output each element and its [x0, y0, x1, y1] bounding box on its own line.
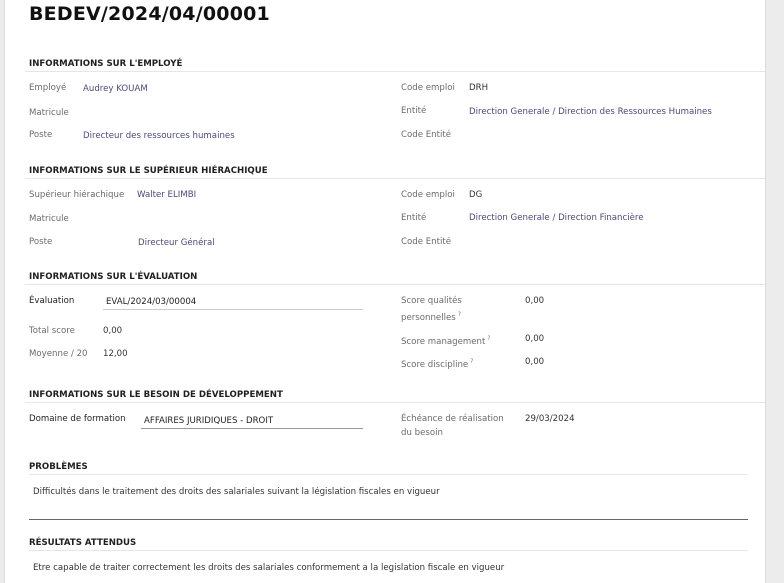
- problemes-field-underline: [29, 519, 748, 520]
- qualites-label: Score qualités personnelles?: [401, 294, 462, 325]
- superior-poste-value[interactable]: Directeur Général: [138, 236, 215, 250]
- section-employee-heading: INFORMATIONS SUR L'EMPLOYÉ: [29, 59, 183, 69]
- domaine-value: AFFAIRES JURIDIQUES - DROIT: [144, 416, 274, 426]
- total-score-label: Total score: [29, 326, 75, 336]
- echeance-label-line1: Échéance de réalisation: [401, 414, 504, 424]
- section-besoin-heading: INFORMATIONS SUR LE BESOIN DE DÉVELOPPEM…: [29, 390, 283, 400]
- discipline-value: 0,00: [525, 357, 545, 367]
- discipline-label-text: Score discipline: [401, 359, 469, 370]
- superior-entite-label: Entité: [401, 213, 427, 223]
- section-divider: [25, 402, 765, 403]
- section-divider: [25, 284, 765, 285]
- help-icon[interactable]: ?: [458, 311, 461, 318]
- superior-entite-value[interactable]: Direction Generale / Direction Financièr…: [469, 211, 644, 225]
- section-divider: [25, 71, 765, 72]
- management-value: 0,00: [525, 334, 545, 344]
- help-icon[interactable]: ?: [487, 335, 490, 342]
- echeance-label: Échéance de réalisation du besoin: [401, 412, 504, 440]
- management-label-text: Score management: [401, 336, 486, 347]
- problemes-text[interactable]: Difficultés dans le traitement des droit…: [33, 487, 440, 497]
- employee-value[interactable]: Audrey KOUAM: [83, 82, 148, 96]
- section-divider: [25, 178, 765, 179]
- employee-label: Employé: [29, 83, 67, 93]
- superior-code-entite-label: Code Entité: [401, 237, 452, 247]
- echeance-label-line2: du besoin: [401, 428, 443, 438]
- section-divider: [29, 474, 748, 475]
- discipline-label: Score discipline?: [401, 355, 473, 372]
- section-evaluation-heading: INFORMATIONS SUR L'ÉVALUATION: [29, 272, 198, 282]
- poste-value[interactable]: Directeur des ressources humaines: [83, 129, 235, 143]
- qualites-label-line1: Score qualités: [401, 296, 462, 306]
- moyenne-label: Moyenne / 20: [29, 349, 88, 359]
- form-sheet: BEDEV/2024/04/00001 INFORMATIONS SUR L'E…: [4, 0, 766, 583]
- entite-label: Entité: [401, 106, 427, 116]
- superior-label: Supérieur hiérachique: [29, 190, 125, 200]
- evaluation-field[interactable]: EVAL/2024/03/00004: [103, 295, 363, 310]
- qualites-label-line2: personnelles: [401, 312, 456, 323]
- section-resultats-heading: RÉSULTATS ATTENDUS: [29, 538, 137, 548]
- resultats-text[interactable]: Etre capable de traiter correctement les…: [33, 563, 504, 573]
- record-title: BEDEV/2024/04/00001: [29, 3, 270, 25]
- total-score-value: 0,00: [103, 326, 123, 336]
- code-emploi-label: Code emploi: [401, 83, 455, 93]
- matricule-label: Matricule: [29, 108, 69, 118]
- domaine-label: Domaine de formation: [29, 414, 126, 424]
- qualites-value: 0,00: [525, 296, 545, 306]
- help-icon[interactable]: ?: [470, 358, 473, 365]
- section-superior-heading: INFORMATIONS SUR LE SUPÉRIEUR HIÉRACHIQU…: [29, 166, 268, 176]
- superior-matricule-label: Matricule: [29, 214, 69, 224]
- domaine-field[interactable]: AFFAIRES JURIDIQUES - DROIT: [141, 414, 363, 429]
- superior-value[interactable]: Walter ELIMBI: [137, 188, 196, 202]
- code-emploi-value: DRH: [469, 83, 489, 93]
- entite-value[interactable]: Direction Generale / Direction des Resso…: [469, 105, 712, 119]
- echeance-value: 29/03/2024: [525, 414, 575, 424]
- superior-code-emploi-value: DG: [469, 190, 483, 200]
- section-divider: [29, 550, 748, 551]
- section-problemes-heading: PROBLÈMES: [29, 462, 88, 472]
- superior-poste-label: Poste: [29, 237, 53, 247]
- evaluation-value: EVAL/2024/03/00004: [106, 297, 197, 307]
- superior-code-emploi-label: Code emploi: [401, 190, 455, 200]
- poste-label: Poste: [29, 130, 53, 140]
- evaluation-label: Évaluation: [29, 296, 75, 306]
- moyenne-value: 12,00: [103, 349, 128, 359]
- code-entite-label: Code Entité: [401, 130, 452, 140]
- management-label: Score management?: [401, 332, 491, 349]
